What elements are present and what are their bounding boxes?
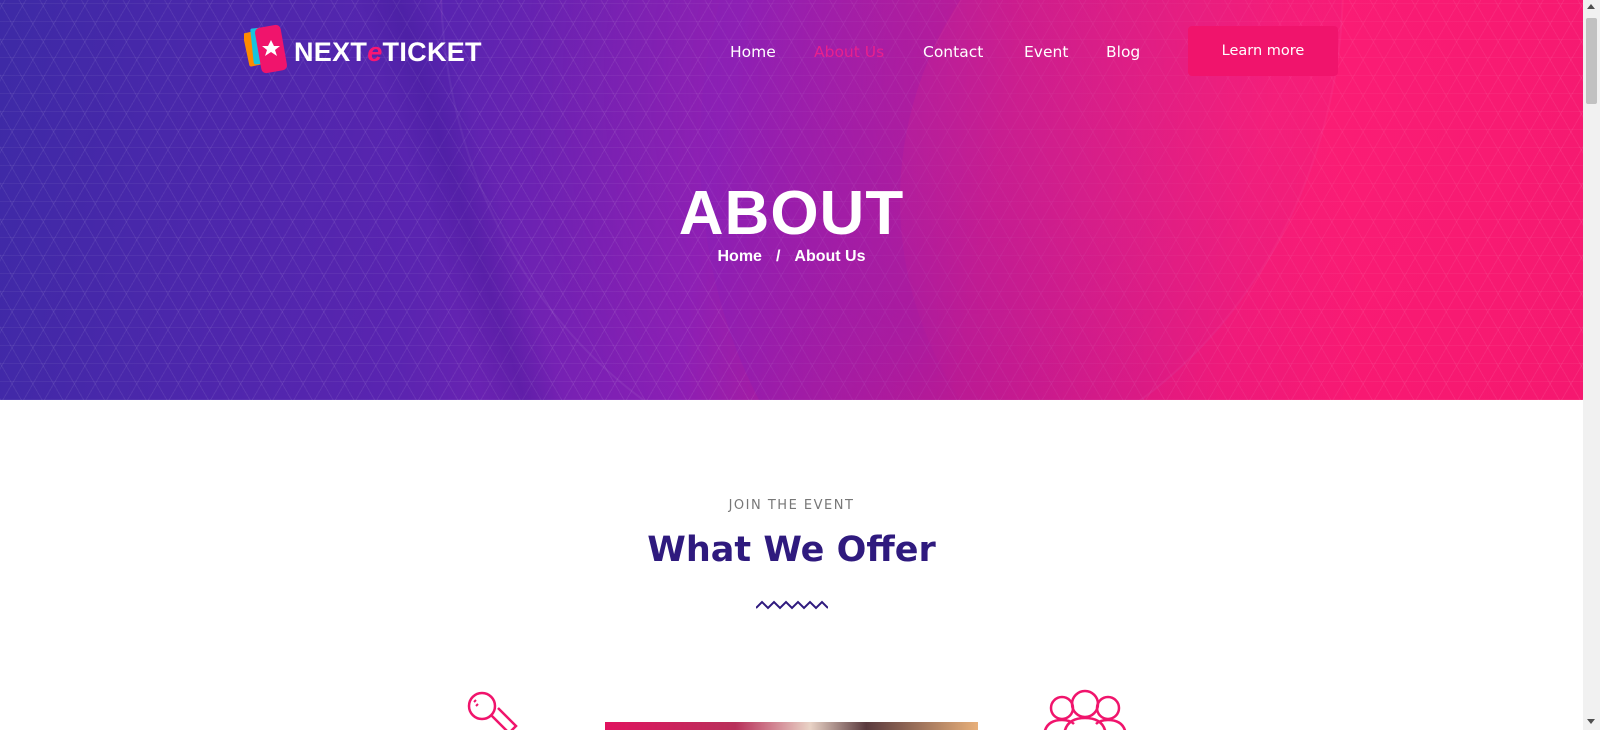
breadcrumb: Home / About Us: [0, 248, 1583, 266]
scroll-down-arrow-icon[interactable]: [1587, 719, 1595, 724]
main-nav: Home About Us Contact Event Blog: [0, 38, 1583, 66]
section-eyebrow: JOIN THE EVENT: [728, 498, 855, 513]
page-title: ABOUT: [678, 179, 905, 248]
breadcrumb-separator: /: [775, 248, 781, 265]
section-title: What We Offer: [647, 530, 936, 570]
page: NEXTeTICKET Home About Us Contact Event …: [0, 0, 1583, 730]
scroll-up-arrow-icon[interactable]: [1587, 4, 1595, 9]
learn-more-button[interactable]: Learn more: [1188, 26, 1338, 76]
nav-item-about-us[interactable]: About Us: [814, 38, 884, 66]
hero-banner: NEXTeTICKET Home About Us Contact Event …: [0, 0, 1583, 400]
scrollbar-thumb[interactable]: [1586, 18, 1597, 104]
breadcrumb-current: About Us: [794, 248, 866, 265]
nav-item-event[interactable]: Event: [1024, 38, 1068, 66]
event-image: [605, 722, 978, 730]
nav-item-contact[interactable]: Contact: [923, 38, 983, 66]
zigzag-divider-icon: [755, 598, 829, 612]
breadcrumb-home-link[interactable]: Home: [717, 248, 761, 266]
microphone-icon: [464, 690, 524, 730]
page-scrollbar[interactable]: [1583, 0, 1600, 730]
nav-item-home[interactable]: Home: [730, 38, 776, 66]
nav-item-blog[interactable]: Blog: [1106, 38, 1140, 66]
people-group-icon: [1040, 688, 1130, 730]
